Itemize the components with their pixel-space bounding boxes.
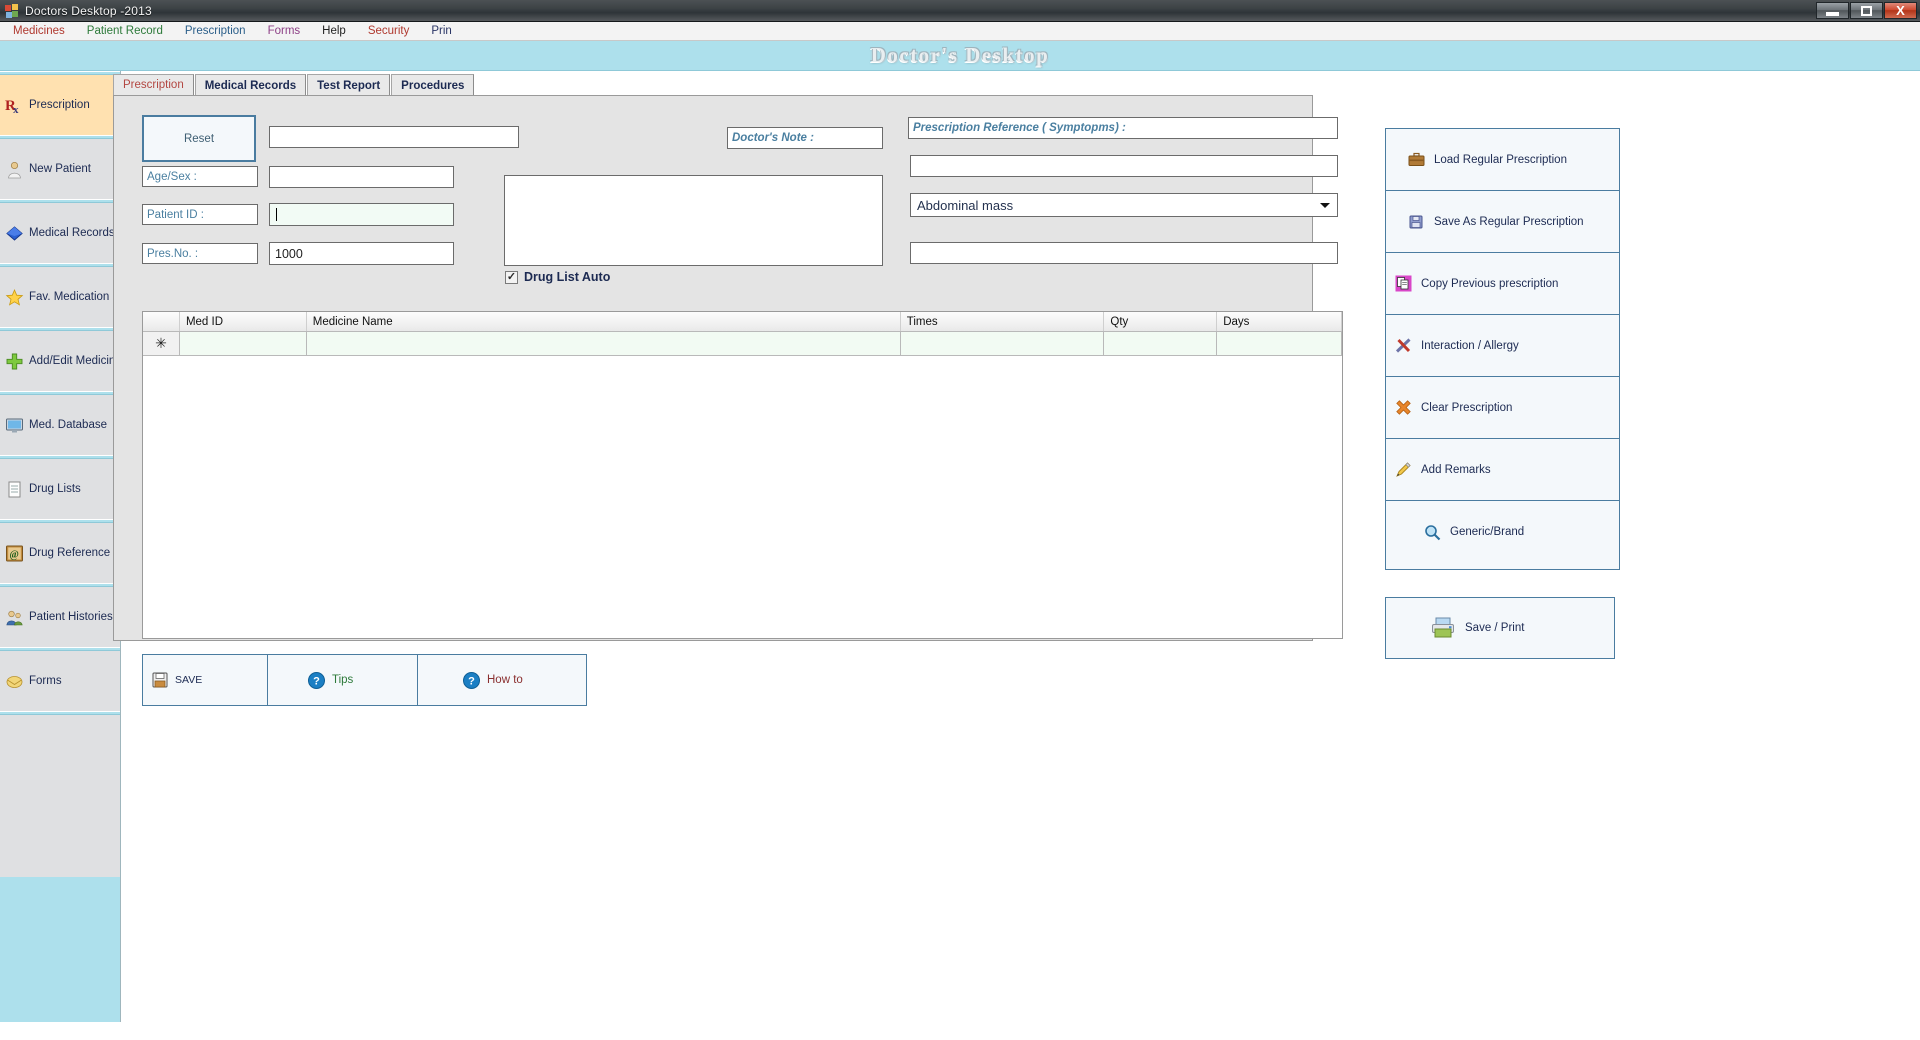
drug-list-auto-label: Drug List Auto — [524, 270, 611, 284]
grid-header-med-id[interactable]: Med ID — [179, 312, 307, 331]
patient-id-label-text: Patient ID : — [147, 208, 204, 221]
checkbox-icon[interactable]: ✓ — [505, 270, 518, 284]
text-caret — [276, 208, 277, 221]
save-button-label: SAVE — [175, 674, 203, 686]
action-label: Interaction / Allergy — [1421, 339, 1519, 352]
printer-icon — [1431, 617, 1455, 639]
age-sex-label: Age/Sex : — [142, 166, 258, 187]
patient-id-label: Patient ID : — [142, 204, 258, 225]
action-label: Add Remarks — [1421, 463, 1491, 476]
svg-text:?: ? — [313, 675, 320, 687]
magnifier-icon — [1424, 524, 1441, 541]
save-print-label: Save / Print — [1465, 622, 1525, 634]
grid-header-times[interactable]: Times — [900, 312, 1105, 331]
prescription-reference-label-text: Prescription Reference ( Symptopms) : — [913, 122, 1126, 134]
floppy-icon — [152, 672, 168, 688]
copy-previous-prescription-button[interactable]: Copy Previous prescription — [1386, 253, 1619, 315]
pencil-icon — [1395, 461, 1412, 478]
medicine-grid: Med ID Medicine Name Times Qty Days ✳ — [142, 311, 1343, 639]
save-print-button[interactable]: Save / Print — [1385, 597, 1615, 659]
action-label: Load Regular Prescription — [1434, 153, 1567, 166]
pres-no-label: Pres.No. : — [142, 243, 258, 264]
save-as-regular-prescription-button[interactable]: Save As Regular Prescription — [1386, 191, 1619, 253]
save-icon — [1408, 213, 1425, 230]
table-row[interactable]: ✳ — [143, 332, 1342, 356]
panel-content: Reset Age/Sex : Patient ID : Pres.No. : … — [0, 0, 1920, 1040]
tips-button[interactable]: ? Tips — [268, 655, 418, 705]
symptom-select-value: Abdominal mass — [917, 197, 1014, 213]
symptom-text-input[interactable] — [910, 155, 1338, 177]
clear-x-icon — [1395, 399, 1412, 416]
grid-header-corner — [143, 312, 180, 331]
interaction-icon — [1395, 337, 1412, 354]
reset-button[interactable]: Reset — [142, 115, 256, 162]
tips-button-label: Tips — [332, 674, 354, 686]
copy-icon — [1395, 275, 1412, 292]
action-panel: Load Regular Prescription Save As Regula… — [1385, 128, 1620, 570]
briefcase-icon — [1408, 151, 1425, 168]
action-label: Save As Regular Prescription — [1434, 215, 1584, 228]
save-button[interactable]: SAVE — [143, 655, 268, 705]
help-icon: ? — [463, 671, 480, 689]
help-icon: ? — [308, 671, 325, 689]
grid-header-days[interactable]: Days — [1217, 312, 1342, 331]
chevron-down-icon[interactable] — [1320, 203, 1330, 208]
grid-header-medicine-name[interactable]: Medicine Name — [306, 312, 901, 331]
grid-header-qty[interactable]: Qty — [1104, 312, 1218, 331]
symptom-select[interactable]: Abdominal mass — [910, 193, 1338, 217]
doctors-note-label-text: Doctor's Note : — [732, 132, 814, 144]
action-label: Generic/Brand — [1450, 526, 1525, 538]
drug-list-auto-checkbox-row[interactable]: ✓ Drug List Auto — [505, 270, 610, 284]
svg-text:?: ? — [468, 675, 475, 687]
grid-new-row-marker: ✳ — [143, 332, 180, 355]
grid-cell-qty[interactable] — [1104, 332, 1218, 355]
add-remarks-button[interactable]: Add Remarks — [1386, 439, 1619, 501]
doctors-note-label: Doctor's Note : — [727, 127, 883, 149]
grid-cell-medicine-name[interactable] — [307, 332, 901, 355]
patient-id-input[interactable] — [269, 203, 454, 226]
symptom-extra-input[interactable] — [910, 242, 1338, 264]
reset-button-label: Reset — [183, 132, 215, 145]
action-label: Copy Previous prescription — [1421, 277, 1559, 290]
doctors-note-textarea[interactable] — [504, 175, 883, 266]
pres-no-value: 1000 — [275, 246, 303, 261]
patient-name-input[interactable] — [269, 126, 519, 148]
bottom-button-bar: SAVE ? Tips ? How to — [142, 654, 587, 706]
grid-cell-med-id[interactable] — [180, 332, 307, 355]
clear-prescription-button[interactable]: Clear Prescription — [1386, 377, 1619, 439]
prescription-reference-label: Prescription Reference ( Symptopms) : — [908, 117, 1338, 139]
load-regular-prescription-button[interactable]: Load Regular Prescription — [1386, 129, 1619, 191]
action-label: Clear Prescription — [1421, 401, 1513, 414]
how-to-button[interactable]: ? How to — [418, 655, 586, 705]
interaction-allergy-button[interactable]: Interaction / Allergy — [1386, 315, 1619, 377]
grid-header-row: Med ID Medicine Name Times Qty Days — [143, 312, 1342, 332]
age-sex-label-text: Age/Sex : — [147, 170, 197, 183]
age-sex-input[interactable] — [269, 166, 454, 188]
grid-cell-times[interactable] — [901, 332, 1105, 355]
pres-no-input[interactable]: 1000 — [269, 242, 454, 265]
how-to-button-label: How to — [487, 674, 523, 686]
grid-cell-days[interactable] — [1217, 332, 1342, 355]
pres-no-label-text: Pres.No. : — [147, 247, 199, 260]
generic-brand-button[interactable]: Generic/Brand — [1386, 501, 1619, 563]
application-window: Doctors Desktop -2013 X Medicines Patien… — [0, 0, 1920, 1040]
